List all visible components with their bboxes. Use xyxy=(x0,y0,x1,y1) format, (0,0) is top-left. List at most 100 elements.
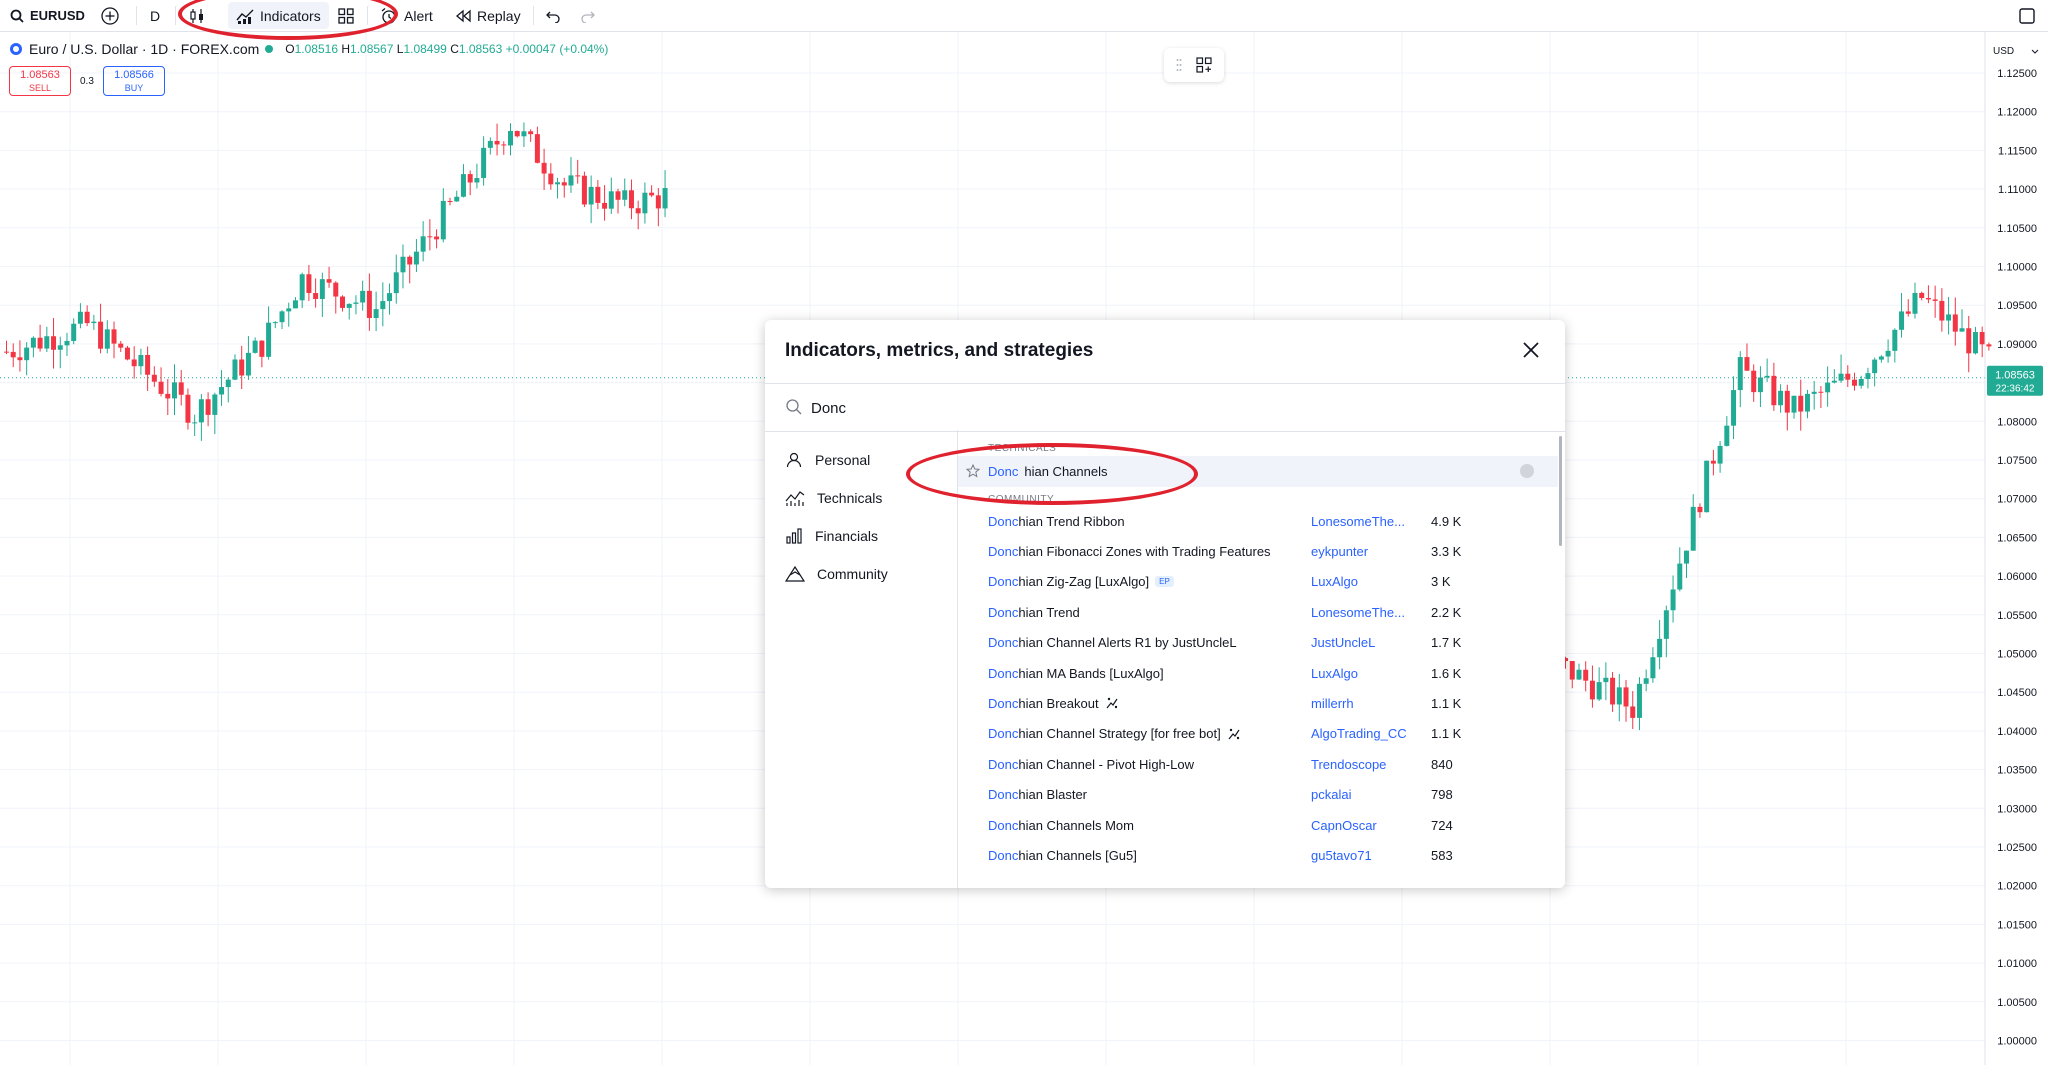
result-name-match: Donc xyxy=(988,543,1019,559)
candle-body xyxy=(279,311,285,323)
candle-body xyxy=(353,302,359,304)
result-name-rest: hian MA Bands [LuxAlgo] xyxy=(1018,665,1164,681)
result-usage-count: 1.1 K xyxy=(1431,695,1462,711)
candle-body xyxy=(292,300,298,309)
symbol-title[interactable]: Euro / U.S. Dollar · 1D · FOREX.com xyxy=(29,41,259,57)
candle-body xyxy=(360,290,366,303)
sidebar-item-personal[interactable]: Personal xyxy=(785,441,955,479)
search-icon xyxy=(10,9,24,23)
candle-body xyxy=(635,208,641,214)
early-access-badge: EP xyxy=(1155,576,1174,588)
sidebar-item-technicals[interactable]: Technicals xyxy=(785,479,955,517)
result-author[interactable]: AlgoTrading_CC xyxy=(1311,726,1407,741)
result-usage-count: 1.6 K xyxy=(1431,665,1462,681)
result-row-community[interactable]: Donchian Channel Alerts R1 by JustUncleL… xyxy=(958,628,1558,658)
result-row-community[interactable]: Donchian Zig-Zag [LuxAlgo] EP LuxAlgo 3 K xyxy=(958,567,1558,597)
candle-body xyxy=(17,357,23,361)
high-label: H xyxy=(341,42,351,56)
result-row-community[interactable]: Donchian Fibonacci Zones with Trading Fe… xyxy=(958,536,1558,566)
result-author[interactable]: CapnOscar xyxy=(1311,818,1377,833)
chart-type-button[interactable] xyxy=(188,0,206,31)
result-author[interactable]: millerrh xyxy=(1311,696,1354,711)
strategy-icon xyxy=(1228,728,1240,740)
result-row-community[interactable]: Donchian Channel - Pivot High-Low Trendos… xyxy=(958,749,1558,779)
result-author[interactable]: LuxAlgo xyxy=(1311,574,1358,589)
candle-body xyxy=(501,144,507,146)
dialog-title: Indicators, metrics, and strategies xyxy=(785,340,1094,361)
sidebar-item-community[interactable]: Community xyxy=(785,555,955,593)
result-author[interactable]: LonesomeThe... xyxy=(1311,514,1405,529)
close-button[interactable] xyxy=(1519,338,1543,362)
result-author[interactable]: gu5tavo71 xyxy=(1311,848,1372,863)
interval-button[interactable]: D xyxy=(150,0,160,31)
redo-button[interactable] xyxy=(580,0,596,31)
indicators-label: Indicators xyxy=(260,7,321,24)
open-label: O xyxy=(285,42,295,56)
candle-body xyxy=(1798,395,1804,412)
candle-body xyxy=(1818,391,1824,393)
result-author[interactable]: pckalai xyxy=(1311,787,1351,802)
candle-body xyxy=(44,336,50,349)
sidebar-item-financials[interactable]: Financials xyxy=(785,517,955,555)
candle-body xyxy=(1831,380,1837,383)
indicator-search-input[interactable] xyxy=(809,393,1513,423)
replay-button[interactable]: Replay xyxy=(455,0,521,31)
sell-button[interactable]: 1.08563 SELL xyxy=(9,66,71,96)
rewind-icon xyxy=(455,9,471,22)
result-name-text: Donchian Trend Ribbon xyxy=(988,514,1125,529)
buy-button[interactable]: 1.08566 BUY xyxy=(103,66,165,96)
price-tick-label: 1.06000 xyxy=(1997,571,2037,583)
symbol-search-button[interactable]: EURUSD xyxy=(10,0,85,31)
star-icon[interactable] xyxy=(966,464,980,478)
toolbar-divider xyxy=(367,6,368,25)
candle-body xyxy=(1677,563,1683,590)
candle-body xyxy=(4,351,9,353)
results-scrollbar[interactable] xyxy=(1559,436,1562,546)
price-tick-label: 1.10000 xyxy=(1997,262,2037,274)
result-row-community[interactable]: Donchian Blaster pckalai 798 xyxy=(958,780,1558,810)
result-author[interactable]: Trendoscope xyxy=(1311,757,1386,772)
chevron-down-icon[interactable] xyxy=(2031,49,2039,54)
result-row-community[interactable]: Donchian Channel Strategy [for free bot]… xyxy=(958,719,1558,749)
result-row-technical[interactable]: Donc hian Channels xyxy=(958,456,1558,487)
result-name-text: Donchian Channels [Gu5] xyxy=(988,848,1137,863)
price-tick-label: 1.05000 xyxy=(1997,649,2037,661)
candle-body xyxy=(1905,311,1911,314)
candle-body xyxy=(400,256,406,273)
fullscreen-button[interactable] xyxy=(2018,0,2036,31)
result-author[interactable]: LuxAlgo xyxy=(1311,666,1358,681)
close-icon xyxy=(1523,342,1539,358)
indicators-button[interactable]: Indicators xyxy=(228,2,329,29)
price-tick-label: 1.00000 xyxy=(1997,1036,2037,1048)
price-axis[interactable]: 1.12500 1.12000 1.11500 1.11000 1.10500 1.100… xyxy=(1984,31,2043,1065)
result-name-match: Donc xyxy=(988,695,1019,711)
candle-body xyxy=(1979,332,1985,345)
market-status-dot[interactable] xyxy=(265,45,274,53)
result-row-community[interactable]: Donchian Channels Mom CapnOscar 724 xyxy=(958,810,1558,840)
info-icon[interactable] xyxy=(1520,464,1534,478)
object-tree-toggle[interactable] xyxy=(1164,48,1224,82)
compare-button[interactable] xyxy=(100,0,120,31)
undo-button[interactable] xyxy=(545,0,561,31)
candle-body xyxy=(1972,332,1978,354)
result-author[interactable]: eykpunter xyxy=(1311,544,1368,559)
candle-body xyxy=(111,329,117,344)
result-row-community[interactable]: Donchian Trend LonesomeThe... 2.2 K xyxy=(958,597,1558,627)
currency-label[interactable]: USD xyxy=(1993,46,2014,57)
candle-body xyxy=(655,195,661,209)
candle-body xyxy=(37,337,43,349)
indicators-dialog: Indicators, metrics, and strategies Pers… xyxy=(765,320,1565,888)
candle-body xyxy=(460,174,466,197)
result-row-community[interactable]: Donchian Trend Ribbon LonesomeThe... 4.9 K xyxy=(958,506,1558,536)
drag-handle-icon xyxy=(1176,59,1182,71)
result-author[interactable]: LonesomeThe... xyxy=(1311,605,1405,620)
candle-body xyxy=(548,173,554,185)
candle-body xyxy=(541,162,547,174)
indicator-results-list[interactable]: TECHNICALS Donc hian Channels COMMUNITY Donc… xyxy=(958,430,1565,888)
templates-button[interactable] xyxy=(337,0,355,31)
result-author[interactable]: JustUncleL xyxy=(1311,635,1375,650)
result-row-community[interactable]: Donchian Channels [Gu5] gu5tavo71 583 xyxy=(958,840,1558,870)
result-row-community[interactable]: Donchian Breakout millerrh 1.1 K xyxy=(958,688,1558,718)
alert-button[interactable]: Alert xyxy=(380,0,433,31)
result-row-community[interactable]: Donchian MA Bands [LuxAlgo] LuxAlgo 1.6 K xyxy=(958,658,1558,688)
